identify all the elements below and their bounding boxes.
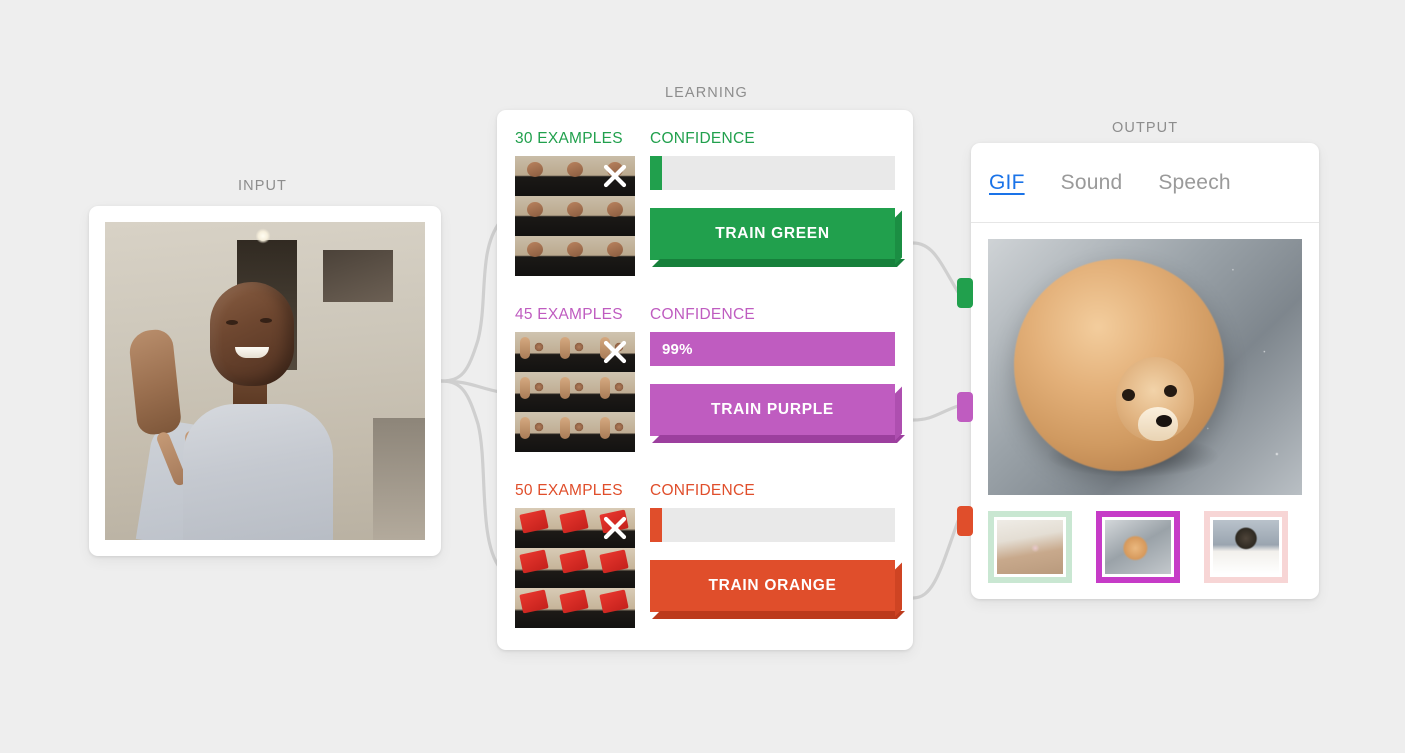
sample-grid-purple[interactable] <box>515 332 635 452</box>
sample-thumbnail[interactable] <box>555 412 595 452</box>
class-row-body: TRAIN GREEN <box>515 156 895 276</box>
sample-thumbnail[interactable] <box>515 196 555 236</box>
webcam-image <box>105 222 425 540</box>
person-head <box>210 282 294 386</box>
gif-preview[interactable] <box>988 239 1302 495</box>
train-orange-button[interactable]: TRAIN ORANGE <box>650 560 895 612</box>
sample-thumbnail[interactable] <box>555 372 595 412</box>
confidence-fill-orange <box>650 508 662 542</box>
sample-thumbnail[interactable] <box>595 372 635 412</box>
dog-eye-left <box>1122 389 1135 401</box>
output-section-label: OUTPUT <box>1112 120 1179 136</box>
class-controls-purple: 99% TRAIN PURPLE <box>650 332 895 452</box>
thumbnail-image <box>997 520 1063 574</box>
dog-body <box>1014 259 1224 471</box>
confidence-bar-purple: 99% <box>650 332 895 366</box>
dog-nose <box>1156 415 1172 427</box>
sample-thumbnail[interactable] <box>555 196 595 236</box>
class-row-purple: 45 EXAMPLES CONFIDENCE 99% TRAIN PURPLE <box>515 306 895 474</box>
person-hand <box>127 327 199 488</box>
sample-thumbnail[interactable] <box>515 508 555 548</box>
sample-thumbnail[interactable] <box>555 332 595 372</box>
close-x-icon[interactable] <box>597 158 633 194</box>
examples-count-purple: 45 EXAMPLES <box>515 306 623 323</box>
learning-card: 30 EXAMPLES CONFIDENCE TRAIN GREEN 45 EX… <box>497 110 913 650</box>
sample-grid-orange[interactable] <box>515 508 635 628</box>
input-card <box>89 206 441 556</box>
sample-thumbnail[interactable] <box>555 236 595 276</box>
person-torso <box>183 404 333 540</box>
person-eye-left <box>226 320 238 325</box>
class-row-header: 30 EXAMPLES CONFIDENCE <box>515 130 895 148</box>
train-purple-button[interactable]: TRAIN PURPLE <box>650 384 895 436</box>
sample-thumbnail[interactable] <box>555 548 595 588</box>
examples-count-orange: 50 EXAMPLES <box>515 482 623 499</box>
output-connector-purple[interactable] <box>957 392 973 422</box>
thumbnail-inner <box>1210 517 1282 577</box>
class-row-orange: 50 EXAMPLES CONFIDENCE TRAIN ORANGE <box>515 482 895 650</box>
confidence-label-purple: CONFIDENCE <box>650 306 755 323</box>
teachable-machine-stage: INPUT LEARNING OUTPUT 30 EXAMPLES CONFID… <box>0 0 1405 753</box>
close-x-icon[interactable] <box>597 334 633 370</box>
class-row-header: 45 EXAMPLES CONFIDENCE <box>515 306 895 324</box>
sample-thumbnail[interactable] <box>595 588 635 628</box>
thumbnail-image <box>1105 520 1171 574</box>
sample-thumbnail[interactable] <box>555 156 595 196</box>
sample-thumbnail[interactable] <box>515 156 555 196</box>
webcam-preview[interactable] <box>105 222 425 540</box>
confidence-label-green: CONFIDENCE <box>650 130 755 147</box>
white-cat-thumbnail[interactable] <box>988 511 1072 583</box>
confidence-fill-purple: 99% <box>650 332 895 366</box>
sample-thumbnail[interactable] <box>595 196 635 236</box>
sample-thumbnail[interactable] <box>515 236 555 276</box>
class-row-header: 50 EXAMPLES CONFIDENCE <box>515 482 895 500</box>
learning-section-label: LEARNING <box>665 85 748 101</box>
class-controls-orange: TRAIN ORANGE <box>650 508 895 628</box>
class-row-green: 30 EXAMPLES CONFIDENCE TRAIN GREEN <box>515 130 895 298</box>
dog-eye-right <box>1164 385 1177 397</box>
thumbnail-inner <box>994 517 1066 577</box>
sample-thumbnail[interactable] <box>595 548 635 588</box>
sample-thumbnail[interactable] <box>595 236 635 276</box>
confidence-fill-green <box>650 156 662 190</box>
class-row-body: 99% TRAIN PURPLE <box>515 332 895 452</box>
pomeranian-dog-thumbnail[interactable] <box>1096 511 1180 583</box>
tab-speech[interactable]: Speech <box>1158 171 1230 195</box>
class-row-body: TRAIN ORANGE <box>515 508 895 628</box>
output-connector-orange[interactable] <box>957 506 973 536</box>
sample-thumbnail[interactable] <box>515 412 555 452</box>
thumbnail-image <box>1213 520 1279 574</box>
tab-gif[interactable]: GIF <box>989 171 1025 195</box>
close-x-icon[interactable] <box>597 510 633 546</box>
sample-thumbnail[interactable] <box>515 372 555 412</box>
dark-rabbit-thumbnail[interactable] <box>1204 511 1288 583</box>
train-green-button[interactable]: TRAIN GREEN <box>650 208 895 260</box>
sample-thumbnail[interactable] <box>515 588 555 628</box>
output-thumbnail-strip <box>988 511 1319 583</box>
input-section-label: INPUT <box>238 178 287 194</box>
sample-grid-green[interactable] <box>515 156 635 276</box>
thumbnail-inner <box>1102 517 1174 577</box>
output-connector-green[interactable] <box>957 278 973 308</box>
class-controls-green: TRAIN GREEN <box>650 156 895 276</box>
sample-thumbnail[interactable] <box>595 412 635 452</box>
sample-thumbnail[interactable] <box>515 548 555 588</box>
sample-thumbnail[interactable] <box>555 508 595 548</box>
tab-sound[interactable]: Sound <box>1061 171 1123 195</box>
confidence-bar-green <box>650 156 895 190</box>
sample-thumbnail[interactable] <box>515 332 555 372</box>
sample-thumbnail[interactable] <box>555 588 595 628</box>
output-tabs: GIF Sound Speech <box>971 143 1319 223</box>
examples-count-green: 30 EXAMPLES <box>515 130 623 147</box>
confidence-bar-orange <box>650 508 895 542</box>
person-eye-right <box>260 318 272 323</box>
output-card: GIF Sound Speech <box>971 143 1319 599</box>
confidence-label-orange: CONFIDENCE <box>650 482 755 499</box>
